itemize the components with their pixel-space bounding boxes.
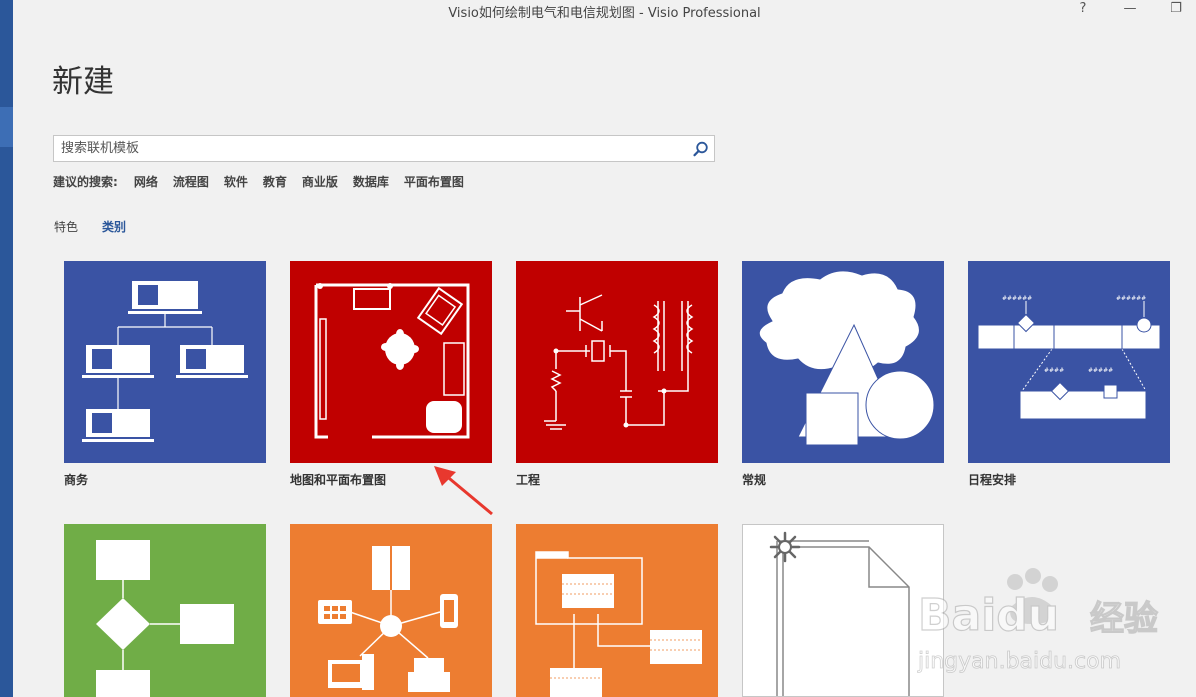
suggestion-education[interactable]: 教育 [263,173,287,190]
tab-categories[interactable]: 类别 [102,218,126,235]
template-tile-general[interactable] [742,261,944,463]
baidu-watermark-logo: Baidu 经验 jingyan.baidu.com [917,568,1159,674]
suggestion-business[interactable]: 商业版 [302,173,338,190]
timeline-icon: ###### ###### #### ##### [968,261,1170,463]
search-input[interactable] [54,136,684,161]
window-title: Visio如何绘制电气和电信规划图 - Visio Professional [448,6,761,21]
business-diagram-icon [64,261,266,463]
template-label-business: 商务 [64,473,89,487]
template-tile-software[interactable] [516,524,718,697]
page-title: 新建 [52,64,114,100]
network-diagram-icon [290,524,492,697]
template-tile-flowchart[interactable] [64,524,266,697]
template-label-maps-floor-plans: 地图和平面布置图 [290,473,387,487]
schedule-label-3: #### [1044,367,1064,374]
svg-text:jingyan.baidu.com: jingyan.baidu.com [917,649,1121,674]
basic-shapes-icon [742,261,944,463]
template-tile-business[interactable] [64,261,266,463]
schedule-label-1: ###### [1002,295,1032,302]
suggested-searches-label: 建议的搜索: [53,175,118,189]
help-button[interactable]: ? [1073,1,1093,16]
floor-plan-icon [290,261,492,463]
software-diagram-icon [516,524,718,697]
schedule-label-2: ###### [1116,295,1146,302]
flowchart-icon [64,524,266,697]
schedule-label-4: ##### [1088,367,1113,374]
annotation-arrow-icon [434,466,493,516]
title-bar: Visio如何绘制电气和电信规划图 - Visio Professional ?… [13,0,1196,22]
restore-button[interactable]: ❐ [1166,1,1186,16]
template-tile-schedule[interactable]: ###### ###### #### ##### [968,261,1170,463]
template-label-schedule: 日程安排 [968,473,1017,487]
sidebar-selected-item[interactable] [0,107,13,147]
search-icon[interactable] [692,140,710,158]
template-tile-network[interactable] [290,524,492,697]
sidebar [0,0,13,697]
suggested-searches: 建议的搜索: 网络 流程图 软件 教育 商业版 数据库 平面布置图 [53,173,479,190]
suggestion-network[interactable]: 网络 [134,173,158,190]
suggestion-floor-plan[interactable]: 平面布置图 [404,173,464,190]
minimize-button[interactable]: — [1120,1,1140,16]
search-box [53,135,715,162]
template-tile-maps-floor-plans[interactable] [290,261,492,463]
suggestion-flowchart[interactable]: 流程图 [173,173,209,190]
template-tabs: 特色 类别 [54,218,150,235]
tab-featured[interactable]: 特色 [54,218,78,235]
suggestion-software[interactable]: 软件 [224,173,248,190]
suggestion-database[interactable]: 数据库 [353,173,389,190]
template-label-general: 常规 [742,473,767,487]
svg-text:Baidu: Baidu [918,590,1059,641]
template-label-engineering: 工程 [516,473,541,487]
svg-text:经验: 经验 [1090,599,1158,639]
template-tile-engineering[interactable] [516,261,718,463]
circuit-diagram-icon [516,261,718,463]
